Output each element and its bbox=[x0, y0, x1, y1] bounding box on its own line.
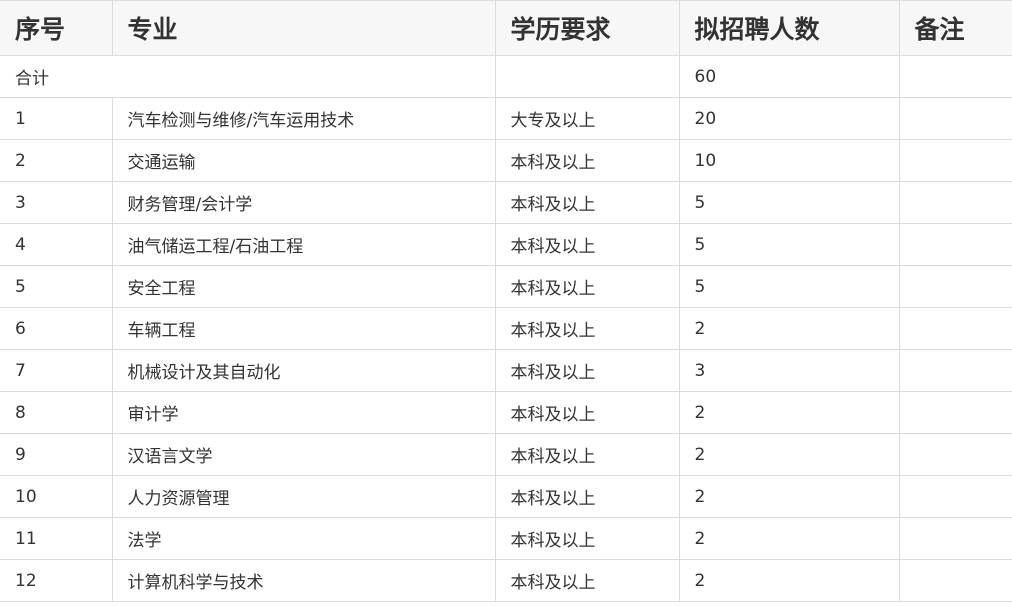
cell-remarks bbox=[898, 265, 1012, 308]
total-education bbox=[494, 55, 680, 98]
cell-remarks bbox=[898, 475, 1012, 518]
cell-planned-hires: 5 bbox=[678, 223, 900, 266]
cell-serial-number: 4 bbox=[0, 223, 113, 266]
cell-planned-hires: 2 bbox=[678, 391, 900, 434]
cell-remarks bbox=[898, 181, 1012, 224]
cell-major: 法学 bbox=[111, 517, 496, 560]
total-label: 合计 bbox=[0, 55, 496, 98]
cell-remarks bbox=[898, 433, 1012, 476]
cell-education: 本科及以上 bbox=[494, 181, 680, 224]
cell-planned-hires: 2 bbox=[678, 307, 900, 350]
cell-remarks bbox=[898, 391, 1012, 434]
cell-education: 本科及以上 bbox=[494, 265, 680, 308]
cell-serial-number: 9 bbox=[0, 433, 113, 476]
total-note bbox=[898, 55, 1012, 98]
table-row: 1 汽车检测与维修/汽车运用技术 大专及以上 20 bbox=[0, 97, 1012, 140]
cell-remarks bbox=[898, 139, 1012, 182]
cell-remarks bbox=[898, 349, 1012, 392]
cell-serial-number: 7 bbox=[0, 349, 113, 392]
cell-planned-hires: 10 bbox=[678, 139, 900, 182]
cell-remarks bbox=[898, 307, 1012, 350]
cell-education: 本科及以上 bbox=[494, 307, 680, 350]
table-row: 12 计算机科学与技术 本科及以上 2 bbox=[0, 559, 1012, 602]
cell-planned-hires: 2 bbox=[678, 433, 900, 476]
cell-major: 人力资源管理 bbox=[111, 475, 496, 518]
table-row: 9 汉语言文学 本科及以上 2 bbox=[0, 433, 1012, 476]
cell-major: 油气储运工程/石油工程 bbox=[111, 223, 496, 266]
table-row: 5 安全工程 本科及以上 5 bbox=[0, 265, 1012, 308]
cell-planned-hires: 2 bbox=[678, 475, 900, 518]
cell-serial-number: 8 bbox=[0, 391, 113, 434]
cell-major: 安全工程 bbox=[111, 265, 496, 308]
header-remarks: 备注 bbox=[898, 0, 1012, 56]
table-row: 4 油气储运工程/石油工程 本科及以上 5 bbox=[0, 223, 1012, 266]
table-row: 10 人力资源管理 本科及以上 2 bbox=[0, 475, 1012, 518]
cell-major: 计算机科学与技术 bbox=[111, 559, 496, 602]
table-row: 3 财务管理/会计学 本科及以上 5 bbox=[0, 181, 1012, 224]
cell-planned-hires: 20 bbox=[678, 97, 900, 140]
header-row: 序号 专业 学历要求 拟招聘人数 备注 bbox=[0, 0, 1012, 56]
recruitment-table: 序号 专业 学历要求 拟招聘人数 备注 合计 60 1 汽车检测与维修/汽车运用… bbox=[0, 0, 1012, 602]
cell-serial-number: 6 bbox=[0, 307, 113, 350]
cell-education: 本科及以上 bbox=[494, 349, 680, 392]
table-row: 7 机械设计及其自动化 本科及以上 3 bbox=[0, 349, 1012, 392]
cell-education: 本科及以上 bbox=[494, 475, 680, 518]
table-row: 11 法学 本科及以上 2 bbox=[0, 517, 1012, 560]
cell-serial-number: 3 bbox=[0, 181, 113, 224]
cell-major: 车辆工程 bbox=[111, 307, 496, 350]
cell-planned-hires: 3 bbox=[678, 349, 900, 392]
cell-education: 本科及以上 bbox=[494, 433, 680, 476]
cell-serial-number: 5 bbox=[0, 265, 113, 308]
cell-major: 汉语言文学 bbox=[111, 433, 496, 476]
cell-education: 本科及以上 bbox=[494, 391, 680, 434]
cell-serial-number: 11 bbox=[0, 517, 113, 560]
cell-planned-hires: 2 bbox=[678, 517, 900, 560]
cell-major: 交通运输 bbox=[111, 139, 496, 182]
cell-education: 大专及以上 bbox=[494, 97, 680, 140]
cell-education: 本科及以上 bbox=[494, 559, 680, 602]
cell-education: 本科及以上 bbox=[494, 223, 680, 266]
cell-planned-hires: 5 bbox=[678, 181, 900, 224]
table-row: 6 车辆工程 本科及以上 2 bbox=[0, 307, 1012, 350]
header-serial-number: 序号 bbox=[0, 0, 113, 56]
header-planned-hires: 拟招聘人数 bbox=[678, 0, 900, 56]
cell-serial-number: 12 bbox=[0, 559, 113, 602]
cell-remarks bbox=[898, 223, 1012, 266]
cell-remarks bbox=[898, 97, 1012, 140]
cell-major: 财务管理/会计学 bbox=[111, 181, 496, 224]
header-major: 专业 bbox=[111, 0, 496, 56]
header-education-requirement: 学历要求 bbox=[494, 0, 680, 56]
table-row: 2 交通运输 本科及以上 10 bbox=[0, 139, 1012, 182]
total-row: 合计 60 bbox=[0, 55, 1012, 98]
cell-serial-number: 2 bbox=[0, 139, 113, 182]
table-row: 8 审计学 本科及以上 2 bbox=[0, 391, 1012, 434]
cell-planned-hires: 5 bbox=[678, 265, 900, 308]
cell-education: 本科及以上 bbox=[494, 139, 680, 182]
table-header: 序号 专业 学历要求 拟招聘人数 备注 bbox=[0, 0, 1012, 56]
cell-remarks bbox=[898, 559, 1012, 602]
total-count: 60 bbox=[678, 55, 900, 98]
cell-remarks bbox=[898, 517, 1012, 560]
table-body: 合计 60 1 汽车检测与维修/汽车运用技术 大专及以上 20 2 交通运输 本… bbox=[0, 55, 1012, 602]
cell-major: 审计学 bbox=[111, 391, 496, 434]
cell-major: 机械设计及其自动化 bbox=[111, 349, 496, 392]
cell-serial-number: 1 bbox=[0, 97, 113, 140]
cell-serial-number: 10 bbox=[0, 475, 113, 518]
cell-planned-hires: 2 bbox=[678, 559, 900, 602]
cell-education: 本科及以上 bbox=[494, 517, 680, 560]
cell-major: 汽车检测与维修/汽车运用技术 bbox=[111, 97, 496, 140]
